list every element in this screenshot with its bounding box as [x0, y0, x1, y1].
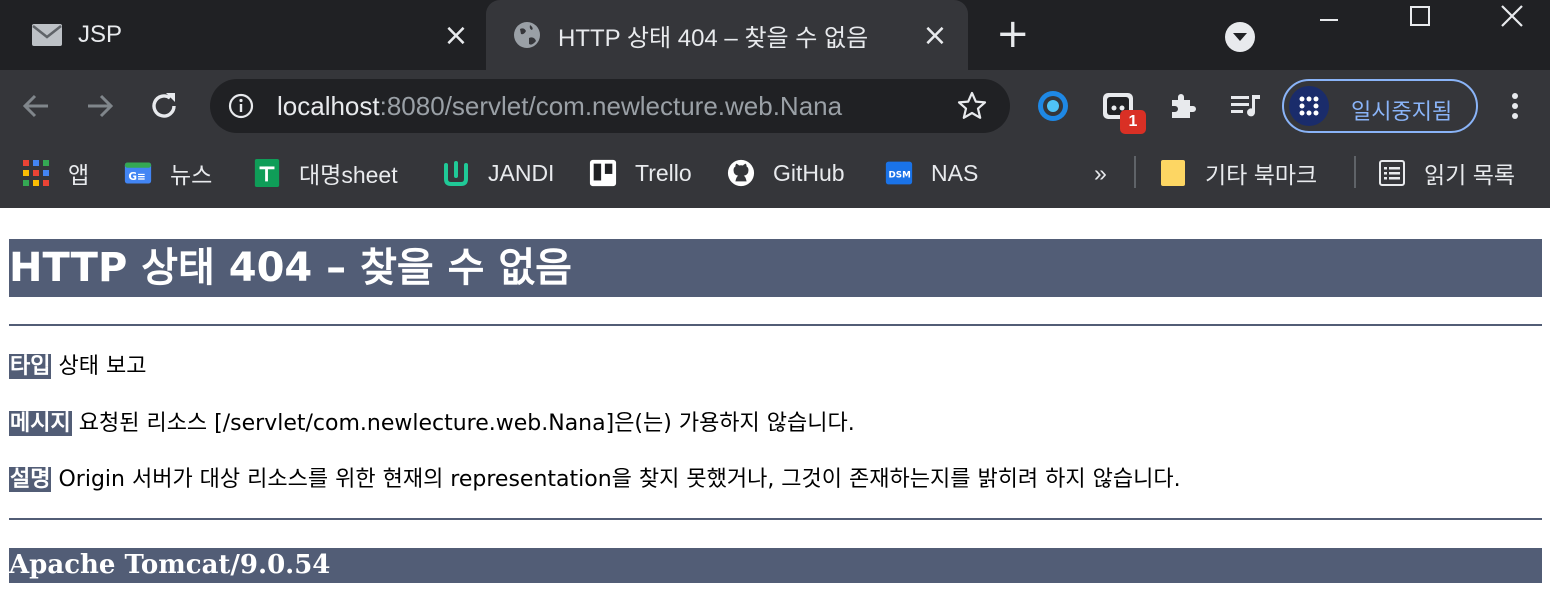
- divider-line: [9, 518, 1542, 520]
- url-text[interactable]: localhost:8080/servlet/com.newlecture.we…: [277, 91, 842, 122]
- bookmark-github[interactable]: GitHub: [727, 156, 845, 190]
- news-icon: G≡: [124, 159, 152, 187]
- maximize-button[interactable]: [1396, 0, 1444, 32]
- bookmark-label: 읽기 목록: [1424, 162, 1516, 188]
- tab-http-404[interactable]: HTTP 상태 404 – 찾을 수 없음 ×: [486, 0, 968, 70]
- description-value: Origin 서버가 대상 리소스를 위한 현재의 representation…: [58, 467, 1181, 492]
- bookmark-sheet[interactable]: 대명sheet: [253, 156, 398, 190]
- tab-search-icon[interactable]: [1225, 22, 1255, 52]
- bookmark-label: Trello: [635, 159, 692, 186]
- type-value: 상태 보고: [58, 354, 147, 379]
- folder-icon: [1159, 159, 1187, 187]
- sheets-icon: [253, 159, 281, 187]
- extension-badge: 1: [1120, 110, 1146, 134]
- tab-strip: JSP × HTTP 상태 404 – 찾을 수 없음 × +: [0, 0, 1550, 70]
- bookmark-star-icon[interactable]: [956, 90, 988, 122]
- url-host: localhost: [277, 91, 380, 121]
- tab-title: JSP: [78, 21, 123, 48]
- bookmark-news[interactable]: G≡ 뉴스: [124, 156, 212, 190]
- bookmark-label: 대명sheet: [299, 162, 398, 188]
- bookmarks-overflow-button[interactable]: »: [1094, 156, 1107, 190]
- tab-title: HTTP 상태 404 – 찾을 수 없음: [558, 24, 869, 52]
- reading-list-icon: [1378, 159, 1406, 187]
- page-title: HTTP 상태 404 – 찾을 수 없음: [9, 239, 1542, 297]
- server-footer: Apache Tomcat/9.0.54: [9, 548, 1542, 583]
- forward-icon[interactable]: [82, 88, 118, 124]
- close-window-button[interactable]: [1488, 0, 1536, 32]
- svg-text:DSM: DSM: [889, 170, 911, 180]
- bookmark-apps[interactable]: 앱: [22, 156, 89, 190]
- dsm-icon: DSM: [885, 159, 913, 187]
- github-icon: [727, 159, 755, 187]
- type-label: 타입: [9, 354, 52, 379]
- bookmarks-divider: [1134, 156, 1136, 188]
- reading-list-button[interactable]: 읽기 목록: [1378, 156, 1515, 190]
- avatar: [1289, 86, 1329, 126]
- divider-line: [9, 324, 1542, 326]
- close-tab-icon[interactable]: ×: [922, 18, 948, 53]
- reload-icon[interactable]: [146, 88, 182, 124]
- description-row: 설명 Origin 서버가 대상 리소스를 위한 현재의 representat…: [9, 465, 1181, 495]
- bookmarks-bar: 앱 G≡ 뉴스 대명sheet JANDI Trello GitHub DSM: [0, 142, 1550, 208]
- bookmark-label: NAS: [931, 159, 979, 186]
- trello-icon: [589, 159, 617, 187]
- more-menu-icon[interactable]: [1500, 88, 1530, 124]
- extension-target-icon[interactable]: [1035, 88, 1071, 124]
- url-path: :8080/servlet/com.newlecture.web.Nana: [379, 91, 843, 121]
- profile-button[interactable]: 일시중지됨: [1282, 79, 1478, 133]
- message-row: 메시지 요청된 리소스 [/servlet/com.newlecture.web…: [9, 409, 855, 439]
- browser-toolbar: localhost:8080/servlet/com.newlecture.we…: [0, 70, 1550, 142]
- bookmark-trello[interactable]: Trello: [589, 156, 692, 190]
- bookmark-jandi[interactable]: JANDI: [442, 156, 554, 190]
- mail-icon: [30, 18, 64, 52]
- bookmarks-divider: [1354, 156, 1356, 188]
- bookmark-label: 기타 북마크: [1205, 162, 1318, 188]
- message-value: 요청된 리소스 [/servlet/com.newlecture.web.Nan…: [78, 411, 855, 436]
- svg-text:G≡: G≡: [128, 171, 145, 183]
- type-row: 타입 상태 보고: [9, 352, 146, 382]
- message-label: 메시지: [9, 411, 72, 436]
- bookmark-label: GitHub: [773, 159, 845, 186]
- address-bar[interactable]: localhost:8080/servlet/com.newlecture.we…: [210, 79, 1010, 133]
- profile-status: 일시중지됨: [1351, 99, 1453, 124]
- minimize-button[interactable]: [1305, 0, 1353, 32]
- info-icon[interactable]: [228, 93, 254, 119]
- description-label: 설명: [9, 467, 52, 492]
- media-queue-icon[interactable]: [1228, 88, 1264, 124]
- extensions-puzzle-icon[interactable]: [1164, 88, 1200, 124]
- back-icon[interactable]: [18, 88, 54, 124]
- apps-grid-icon: [22, 159, 50, 187]
- bookmark-label: JANDI: [488, 159, 555, 186]
- new-tab-button[interactable]: +: [996, 14, 1030, 54]
- globe-icon: [510, 18, 544, 52]
- close-tab-icon[interactable]: ×: [443, 18, 469, 53]
- tab-jsp[interactable]: JSP ×: [0, 0, 486, 70]
- bookmark-nas[interactable]: DSM NAS: [885, 156, 978, 190]
- other-bookmarks-folder[interactable]: 기타 북마크: [1159, 156, 1317, 190]
- jandi-icon: [442, 159, 470, 187]
- bookmark-label: 앱: [68, 162, 90, 188]
- bookmark-label: 뉴스: [170, 162, 213, 188]
